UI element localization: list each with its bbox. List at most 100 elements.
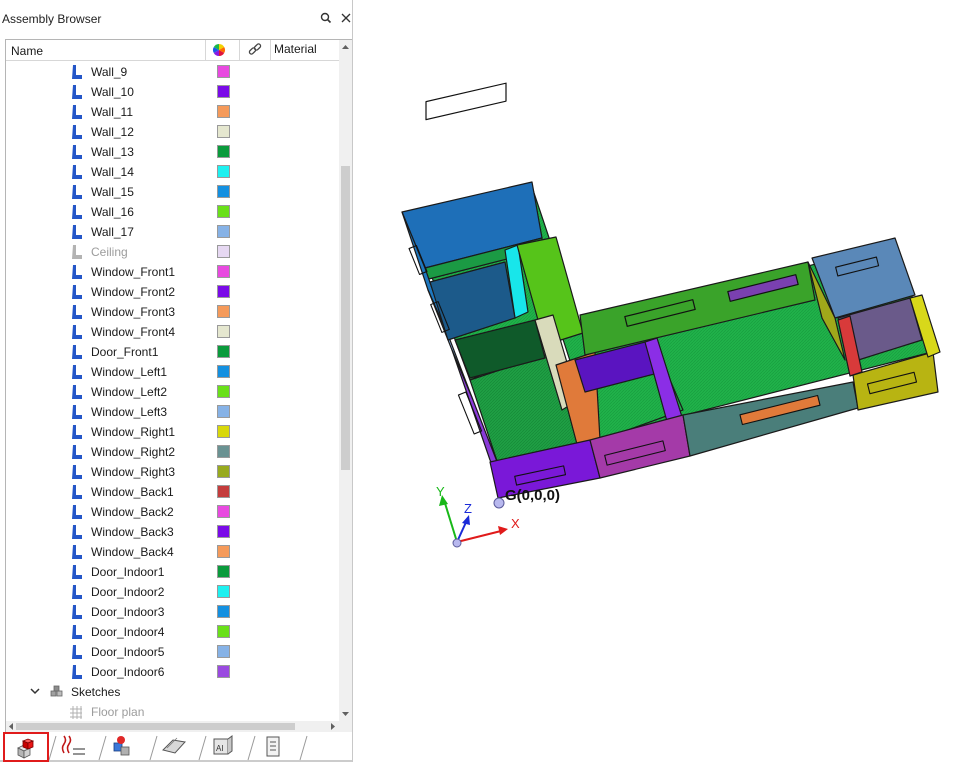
tree-item[interactable]: Window_Back3 <box>6 521 339 541</box>
tree-item[interactable]: Door_Indoor3 <box>6 601 339 621</box>
scroll-down-icon[interactable] <box>339 707 352 721</box>
color-swatch[interactable] <box>217 125 230 138</box>
tree-item[interactable]: Wall_17 <box>6 221 339 241</box>
tree-item[interactable]: Door_Indoor4 <box>6 621 339 641</box>
color-swatch[interactable] <box>217 625 230 638</box>
color-swatch[interactable] <box>217 265 230 278</box>
horizontal-scroll-thumb[interactable] <box>16 723 295 730</box>
color-swatch[interactable] <box>217 65 230 78</box>
horizontal-scrollbar[interactable] <box>6 721 339 732</box>
vertical-scroll-thumb[interactable] <box>341 166 350 470</box>
color-swatch[interactable] <box>217 645 230 658</box>
color-swatch[interactable] <box>217 385 230 398</box>
tree-item[interactable]: Window_Back4 <box>6 541 339 561</box>
wall-part-icon <box>72 665 82 679</box>
color-swatch[interactable] <box>217 245 230 258</box>
color-swatch[interactable] <box>217 305 230 318</box>
tree-item[interactable]: Door_Indoor6 <box>6 661 339 681</box>
tree-item[interactable]: Door_Indoor1 <box>6 561 339 581</box>
tab-results[interactable] <box>104 732 144 762</box>
scroll-corner <box>339 721 352 732</box>
color-swatch[interactable] <box>217 525 230 538</box>
tree-item[interactable]: Door_Front1 <box>6 341 339 361</box>
tree-item[interactable]: Wall_12 <box>6 121 339 141</box>
tree-item[interactable]: Door_Indoor2 <box>6 581 339 601</box>
tab-ai[interactable]: AI <box>205 732 245 762</box>
assembly-browser-panel: Assembly Browser Name Material Wall_9 Wa… <box>0 0 353 762</box>
search-button[interactable] <box>319 10 333 26</box>
color-swatch[interactable] <box>217 225 230 238</box>
scroll-left-icon[interactable] <box>6 721 16 732</box>
color-swatch[interactable] <box>217 585 230 598</box>
tab-mesh[interactable] <box>155 732 195 762</box>
tree-header: Name Material <box>6 40 339 61</box>
tab-assembly[interactable] <box>3 732 49 762</box>
color-swatch[interactable] <box>217 565 230 578</box>
tree-item[interactable]: Window_Front4 <box>6 321 339 341</box>
3d-viewport[interactable]: G(0,0,0) X Y Z <box>353 0 963 762</box>
tree-item[interactable]: Window_Right3 <box>6 461 339 481</box>
color-swatch[interactable] <box>217 325 230 338</box>
assembly-tree[interactable]: Name Material Wall_9 Wall_10 Wall_11 Wal… <box>5 39 353 733</box>
color-swatch[interactable] <box>217 605 230 618</box>
color-swatch[interactable] <box>217 85 230 98</box>
tree-item-floor-plan[interactable]: Floor plan <box>6 701 339 721</box>
color-swatch[interactable] <box>217 485 230 498</box>
wall-part-icon <box>72 505 82 519</box>
color-swatch[interactable] <box>217 365 230 378</box>
scroll-right-icon[interactable] <box>326 721 339 732</box>
column-header-name[interactable]: Name <box>6 40 206 60</box>
assembly-cubes-icon <box>17 738 35 759</box>
tree-item[interactable]: Wall_15 <box>6 181 339 201</box>
tree-item[interactable]: Wall_14 <box>6 161 339 181</box>
color-swatch[interactable] <box>217 405 230 418</box>
close-button[interactable] <box>339 10 353 26</box>
column-header-material[interactable]: Material <box>271 40 339 60</box>
tree-item[interactable]: Wall_11 <box>6 101 339 121</box>
color-swatch[interactable] <box>217 465 230 478</box>
tree-item[interactable]: Window_Left1 <box>6 361 339 381</box>
tree-item[interactable]: Wall_9 <box>6 61 339 81</box>
wall-part-icon <box>72 545 82 559</box>
color-swatch[interactable] <box>217 185 230 198</box>
tree-group-sketches[interactable]: Sketches <box>6 681 339 701</box>
column-header-link[interactable] <box>240 40 271 60</box>
tree-item[interactable]: Ceiling <box>6 241 339 261</box>
column-header-color[interactable] <box>206 40 240 60</box>
color-swatch[interactable] <box>217 425 230 438</box>
color-swatch[interactable] <box>217 445 230 458</box>
tree-item[interactable]: Wall_16 <box>6 201 339 221</box>
scroll-up-icon[interactable] <box>339 40 352 54</box>
color-swatch[interactable] <box>217 505 230 518</box>
tree-item[interactable]: Wall_10 <box>6 81 339 101</box>
tree-item[interactable]: Window_Right2 <box>6 441 339 461</box>
color-swatch[interactable] <box>217 145 230 158</box>
color-swatch[interactable] <box>217 105 230 118</box>
wall-part-icon <box>72 465 82 479</box>
chevron-down-icon[interactable] <box>30 686 40 696</box>
axis-y-label: Y <box>436 484 445 499</box>
vertical-scrollbar[interactable] <box>339 40 352 721</box>
building-model-view[interactable]: G(0,0,0) X Y Z <box>353 0 963 762</box>
tree-item[interactable]: Door_Indoor5 <box>6 641 339 661</box>
tree-item[interactable]: Window_Right1 <box>6 421 339 441</box>
tree-item[interactable]: Window_Left3 <box>6 401 339 421</box>
color-swatch[interactable] <box>217 545 230 558</box>
color-swatch[interactable] <box>217 285 230 298</box>
wall-part-icon <box>72 165 82 179</box>
color-swatch[interactable] <box>217 665 230 678</box>
tree-item[interactable]: Window_Front1 <box>6 261 339 281</box>
color-wheel-icon <box>212 44 226 56</box>
tab-report[interactable] <box>255 732 295 762</box>
tree-item[interactable]: Wall_13 <box>6 141 339 161</box>
color-swatch[interactable] <box>217 165 230 178</box>
tree-item[interactable]: Window_Front2 <box>6 281 339 301</box>
tab-loads[interactable] <box>55 732 95 762</box>
color-swatch[interactable] <box>217 205 230 218</box>
tree-item[interactable]: Window_Back1 <box>6 481 339 501</box>
wall-part-icon <box>72 525 82 539</box>
tree-item[interactable]: Window_Front3 <box>6 301 339 321</box>
tree-item[interactable]: Window_Left2 <box>6 381 339 401</box>
tree-item[interactable]: Window_Back2 <box>6 501 339 521</box>
color-swatch[interactable] <box>217 345 230 358</box>
